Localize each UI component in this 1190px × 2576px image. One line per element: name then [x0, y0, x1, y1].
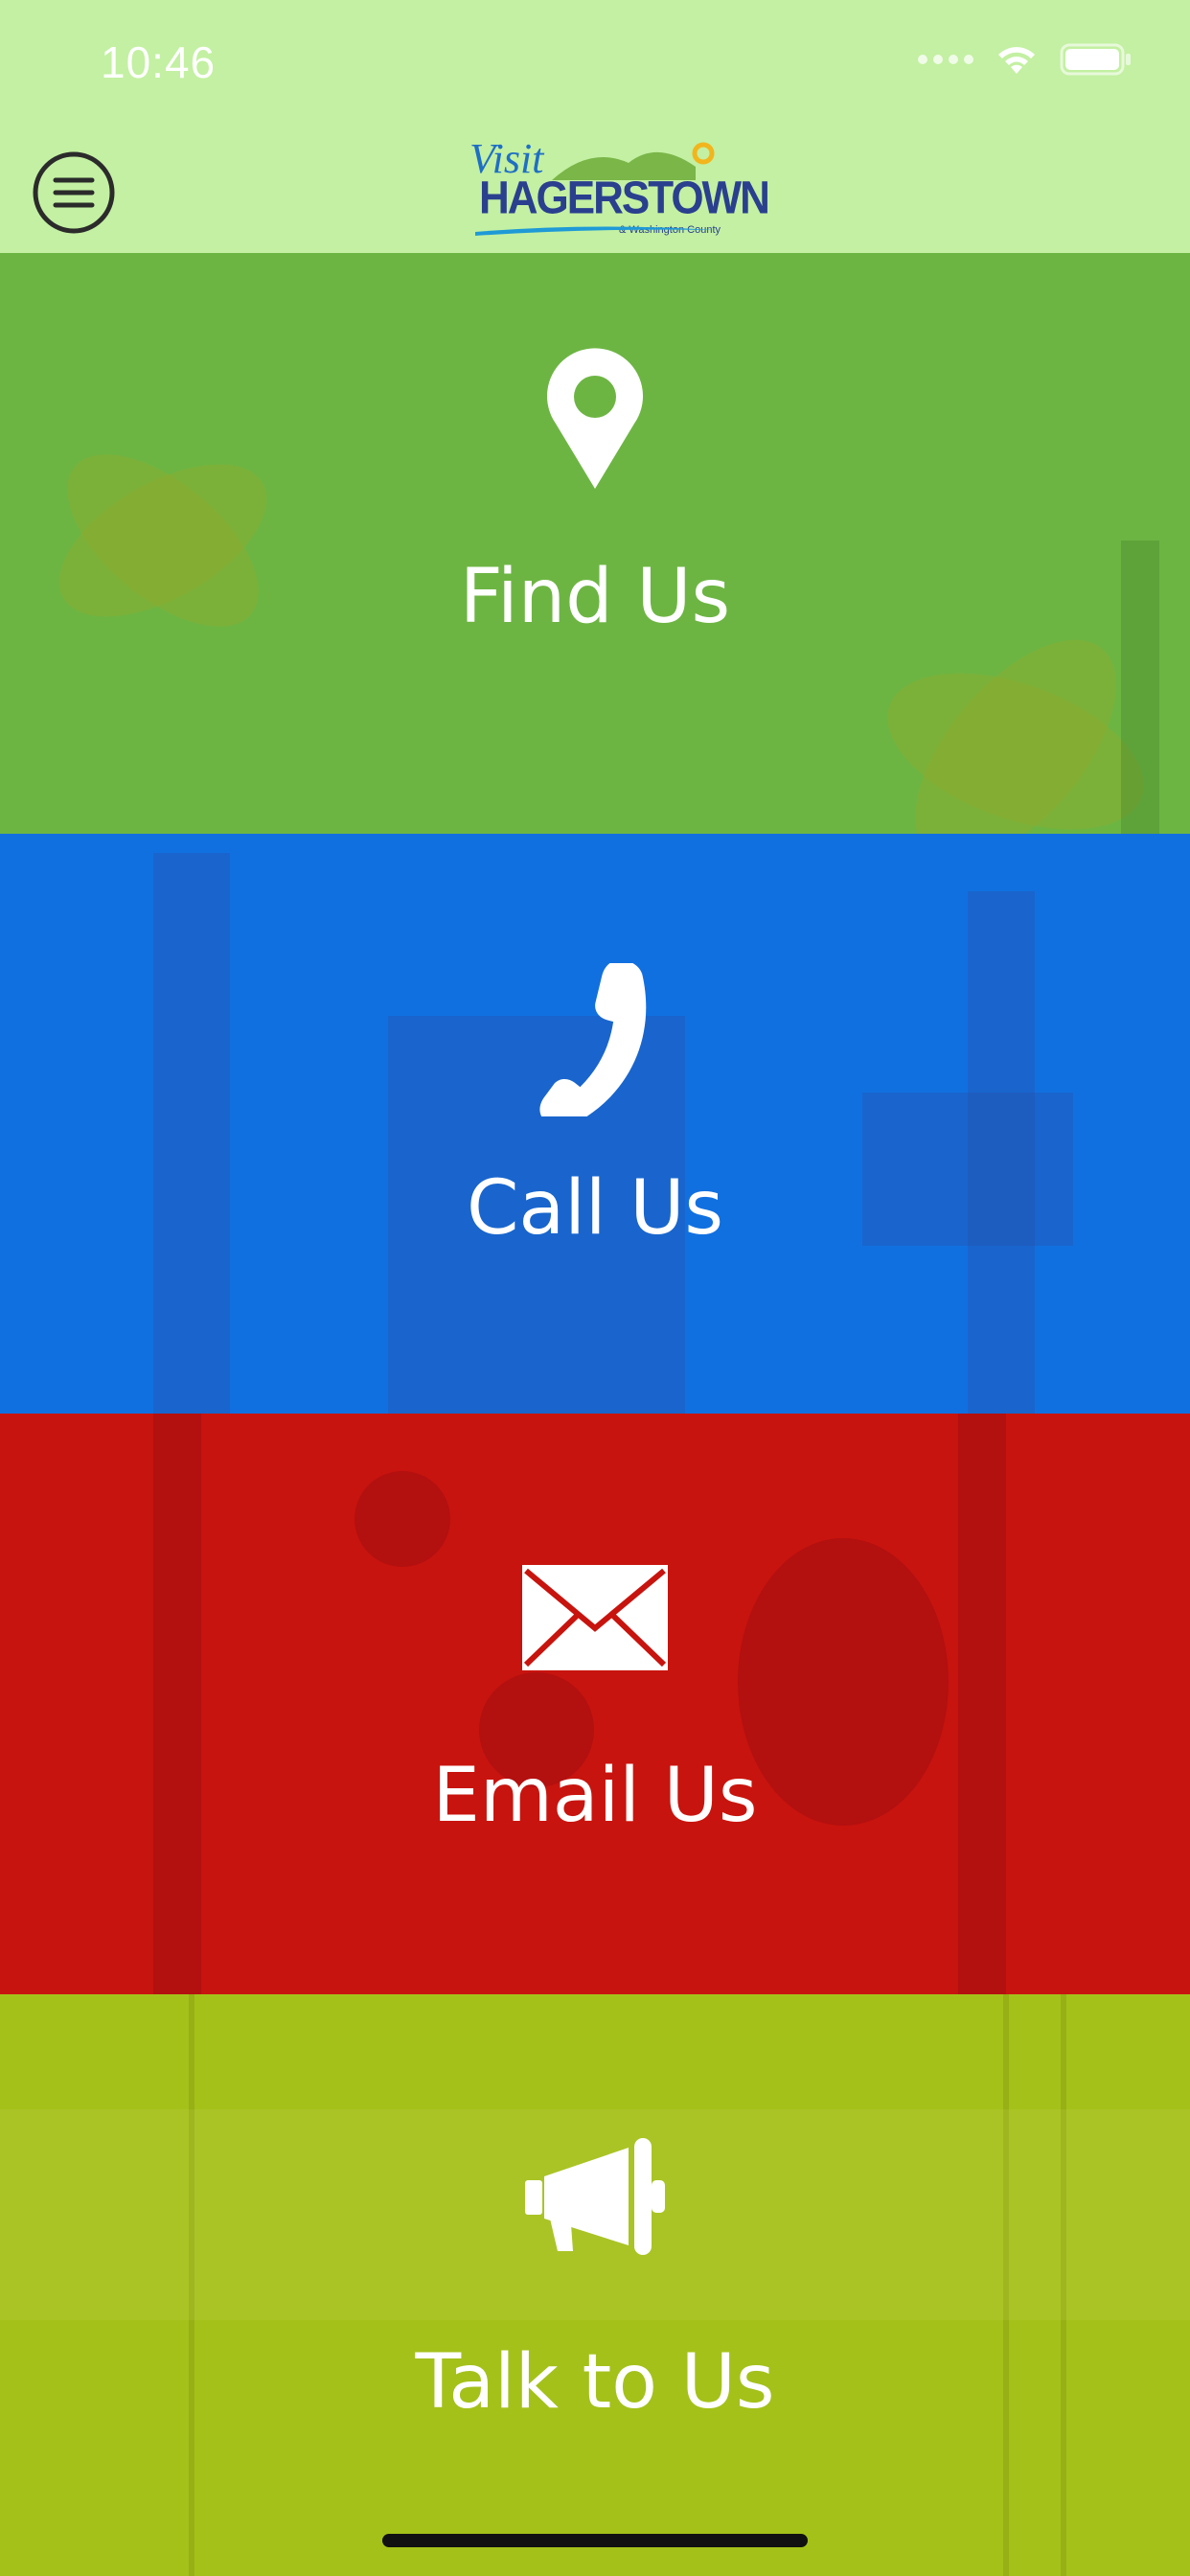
logo-swoosh-icon: [475, 226, 715, 236]
app-header: 10:46 Visit HAGERSTOWN & Washington Coun…: [0, 0, 1190, 253]
pinwheel-decoration: [58, 454, 1159, 834]
megaphone-icon: [525, 2138, 665, 2255]
battery-icon: [1060, 43, 1131, 76]
map-pin-icon: [547, 348, 643, 489]
envelope-icon: [522, 1565, 668, 1670]
phone-icon: [539, 963, 647, 1116]
menu-icon: [33, 151, 115, 234]
email-us-label: Email Us: [432, 1753, 758, 1839]
call-us-button[interactable]: Call Us: [0, 834, 1190, 1414]
city-decoration: [153, 853, 1073, 1414]
call-us-label: Call Us: [466, 1165, 724, 1252]
find-us-button[interactable]: Find Us: [0, 253, 1190, 834]
fence-decoration: [0, 1994, 1190, 2576]
home-indicator[interactable]: [382, 2534, 808, 2547]
sculpture-decoration: [153, 1414, 1006, 1994]
status-time: 10:46: [101, 37, 217, 87]
visit-hagerstown-logo: Visit HAGERSTOWN & Washington County: [466, 134, 770, 242]
talk-to-us-button[interactable]: Talk to Us: [0, 1994, 1190, 2576]
find-us-label: Find Us: [459, 554, 731, 640]
talk-to-us-label: Talk to Us: [415, 2339, 775, 2426]
cellular-signal-icon: [918, 55, 973, 64]
menu-button[interactable]: [33, 151, 157, 234]
logo-name-text: HAGERSTOWN: [479, 172, 770, 224]
status-indicators: [918, 42, 1133, 77]
email-us-button[interactable]: Email Us: [0, 1414, 1190, 1994]
wifi-icon: [998, 47, 1035, 74]
